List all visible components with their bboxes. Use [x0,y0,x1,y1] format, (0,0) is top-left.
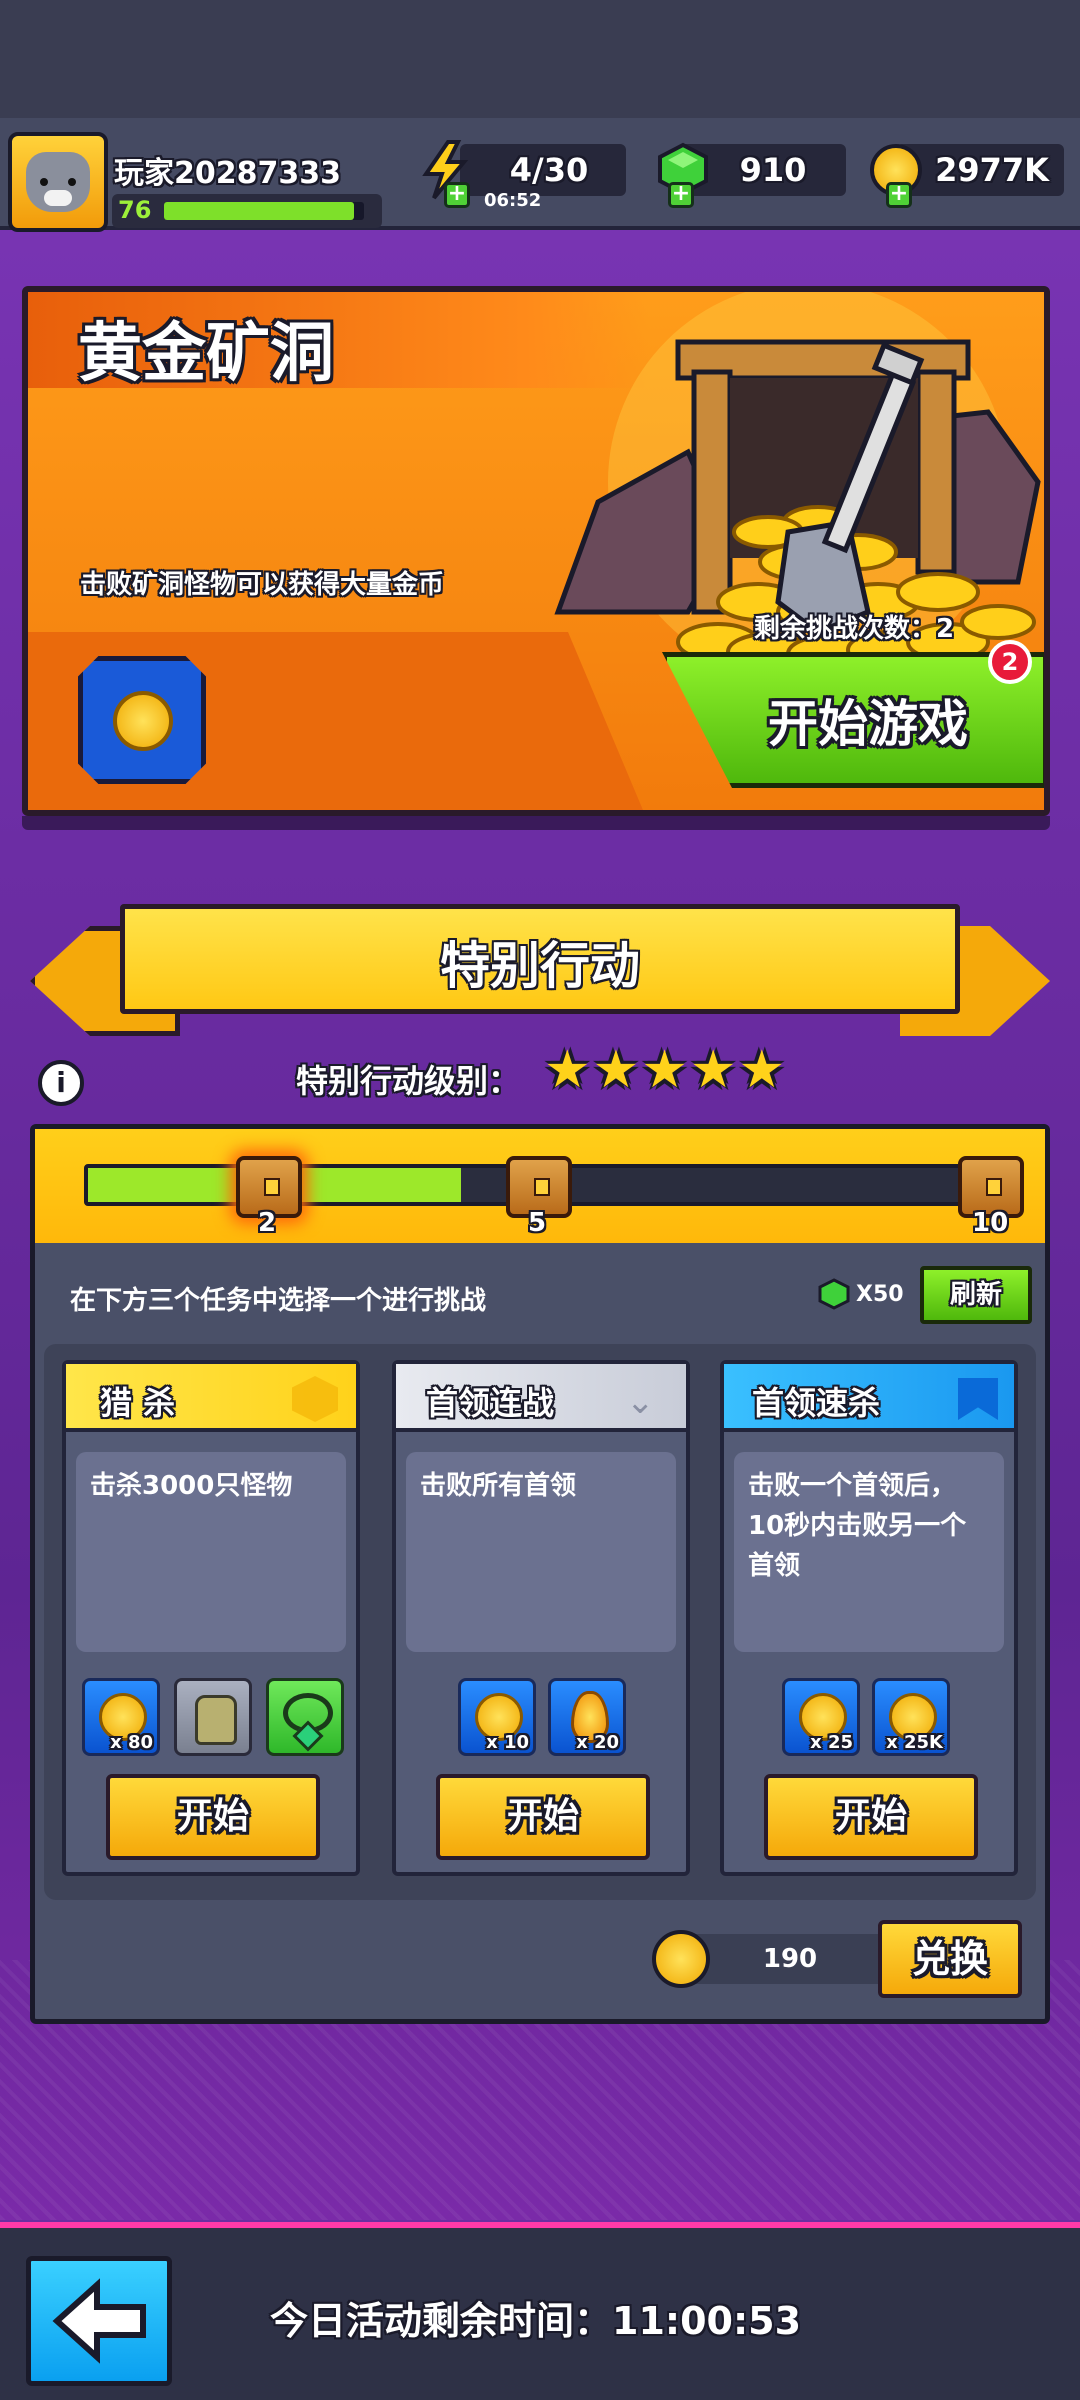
flame-icon[interactable]: x 20 [548,1678,626,1756]
banner-description: 击败矿洞怪物可以获得大量金币 [80,570,445,600]
arrow-left-icon [52,2278,146,2364]
banner-title: 黄金矿洞 [78,317,334,391]
star-icon: ★ [689,1040,737,1100]
glove-icon[interactable] [174,1678,252,1756]
energy-plus-button[interactable]: + [444,182,470,208]
card-title: 首领速杀 [752,1384,881,1422]
top-resource-bar: 玩家20287333 76 + 4/30 06:52 + 910 + 2977K [0,118,1080,232]
level-progress-track [164,202,364,220]
star-icon: ★ [592,1040,640,1100]
exchange-button[interactable]: 兑换 [878,1920,1022,1998]
card-description: 击败一个首领后，10秒内击败另一个首领 [734,1452,1004,1652]
token-count: 190 [762,1944,818,1974]
star-icon: ★ [738,1040,786,1100]
start-button[interactable]: 开始 [106,1774,320,1860]
card-title: 首领连战 [426,1384,555,1422]
cat-face-icon [26,152,90,212]
banner-bottom-shadow [22,816,1050,830]
task-instruction: 在下方三个任务中选择一个进行挑战 [70,1286,487,1316]
card-description: 击杀3000只怪物 [76,1452,346,1652]
coin-icon[interactable]: x 80 [82,1678,160,1756]
player-level: 76 [118,196,152,224]
level-stars: ★ ★ ★ ★ ★ [544,1040,785,1100]
gem-icon [818,1278,850,1310]
star-icon: ★ [641,1040,688,1100]
start-button[interactable]: 开始 [436,1774,650,1860]
player-name: 玩家20287333 [114,156,341,191]
start-button[interactable]: 开始 [764,1774,978,1860]
task-card-hunt[interactable]: 猎 杀 击杀3000只怪物 x 80 开始 [62,1360,360,1876]
milestone-label: 5 [528,1208,547,1238]
info-button[interactable]: i [38,1060,84,1106]
remaining-time: 今日活动剩余时间：11:00:53 [270,2299,802,2343]
coin-icon[interactable]: x 25 [782,1678,860,1756]
gems-value: 910 [739,151,807,189]
avatar[interactable] [8,132,108,232]
gems-plus-button[interactable]: + [668,182,694,208]
special-level-label: 特别行动级别： [296,1062,521,1100]
task-card-boss-rush[interactable]: 首领连战 ⌄ 击败所有首领 x 10 x 20 开始 [392,1360,690,1876]
coin-icon [113,691,173,751]
token-icon [652,1930,710,1988]
special-action-title: 特别行动 [440,937,640,995]
card-title: 猎 杀 [100,1384,176,1422]
milestone-label: 10 [972,1208,1009,1238]
energy-value: 4/30 [509,151,589,189]
remaining-attempts: 剩余挑战次数：2 [754,614,955,644]
energy-timer: 06:52 [484,190,542,211]
task-card-boss-speed[interactable]: 首领速杀 击败一个首领后，10秒内击败另一个首领 x 25 x 25K 开始 [720,1360,1018,1876]
coins-plus-button[interactable]: + [886,182,912,208]
coins-value: 2977K [935,151,1049,189]
level-progress-fill [164,202,354,220]
coin-icon[interactable]: x 10 [458,1678,536,1756]
banner-coin-reward[interactable] [78,656,206,784]
card-description: 击败所有首领 [406,1452,676,1652]
milestone-label: 2 [258,1208,277,1238]
chevron-down-icon: ⌄ [626,1382,655,1422]
necklace-icon[interactable] [266,1678,344,1756]
notification-badge: 2 [988,640,1032,684]
banner-start-label: 开始游戏 [768,695,968,753]
back-button[interactable] [26,2256,172,2386]
gold-mine-banner: 黄金矿洞 击败矿洞怪物可以获得大量金币 剩余挑战次数：2 开始游戏 2 [22,286,1050,816]
gold-coin-icon[interactable]: x 25K [872,1678,950,1756]
status-bar-area [0,0,1080,120]
refresh-button[interactable]: 刷新 [920,1266,1032,1324]
star-icon: ★ [544,1040,591,1100]
refresh-cost: X50 [856,1282,904,1307]
